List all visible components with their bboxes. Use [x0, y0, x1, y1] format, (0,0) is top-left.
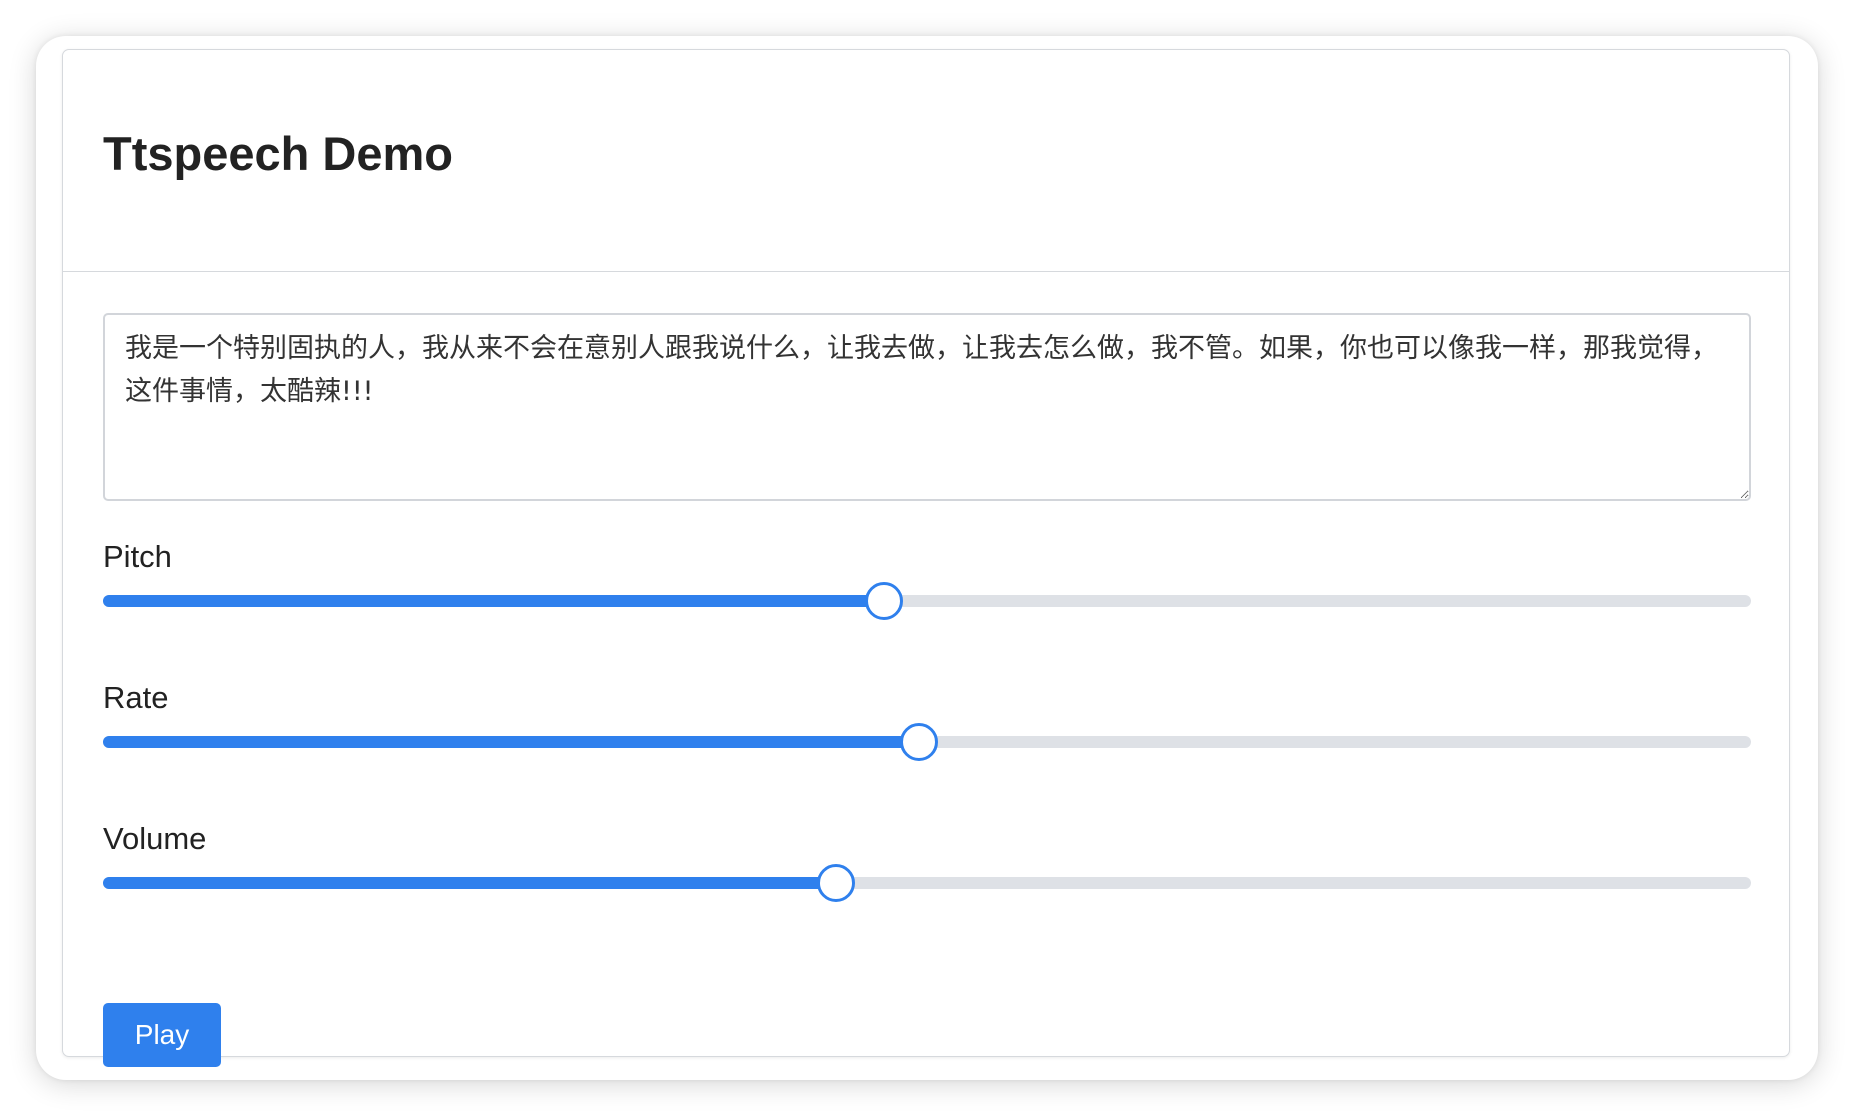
play-button[interactable]: Play	[103, 1003, 221, 1067]
volume-slider-group: Volume	[103, 783, 1751, 924]
rate-slider-fill	[103, 736, 919, 748]
card-body: 我是一个特别固执的人，我从来不会在意别人跟我说什么，让我去做，让我去怎么做，我不…	[103, 313, 1751, 1067]
pitch-label: Pitch	[103, 539, 172, 574]
demo-card: Ttspeech Demo 我是一个特别固执的人，我从来不会在意别人跟我说什么，…	[62, 49, 1790, 1067]
volume-label: Volume	[103, 821, 207, 856]
pitch-slider-thumb[interactable]	[865, 582, 904, 620]
volume-slider[interactable]	[103, 864, 1751, 902]
speech-text-input[interactable]: 我是一个特别固执的人，我从来不会在意别人跟我说什么，让我去做，让我去怎么做，我不…	[103, 313, 1751, 501]
page-title: Ttspeech Demo	[103, 127, 453, 180]
rate-slider-group: Rate	[103, 642, 1751, 783]
pitch-slider-fill	[103, 595, 885, 607]
pitch-slider-group: Pitch	[103, 501, 1751, 642]
volume-slider-thumb[interactable]	[817, 864, 856, 902]
volume-slider-fill	[103, 877, 837, 889]
pitch-slider[interactable]	[103, 582, 1751, 620]
rate-slider[interactable]	[103, 723, 1751, 761]
rate-slider-thumb[interactable]	[899, 723, 938, 761]
browser-window: Ttspeech Demo 我是一个特别固执的人，我从来不会在意别人跟我说什么，…	[36, 36, 1818, 1080]
rate-label: Rate	[103, 680, 169, 715]
card-header: Ttspeech Demo	[63, 50, 1789, 272]
